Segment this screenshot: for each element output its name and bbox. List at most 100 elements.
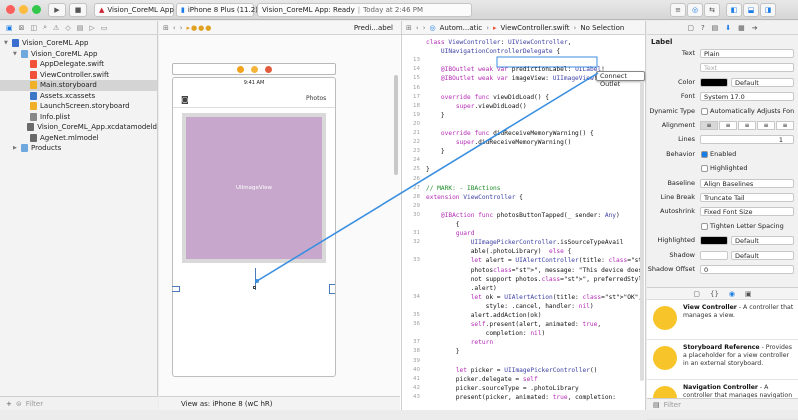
checkbox[interactable] [701, 222, 708, 230]
connections-inspector-icon[interactable]: ➔ [752, 24, 758, 32]
code-line[interactable]: completion: nil) [426, 330, 546, 337]
code-line[interactable]: super.viewDidLoad() [426, 103, 527, 110]
inspector-row-field[interactable]: Enabled [700, 150, 794, 159]
scene-dock[interactable] [172, 63, 336, 75]
inspector-row-field[interactable]: 0 [700, 265, 794, 274]
navigator-item[interactable]: Vision_CoreML_App.xcdatamodeld [0, 122, 157, 133]
version-editor-button[interactable]: ⇆ [704, 3, 720, 17]
navigator-item[interactable]: Main.storyboard [0, 80, 157, 91]
close-window-button[interactable] [6, 5, 15, 14]
code-line[interactable]: alert.addAction(ok) [426, 312, 542, 319]
code-line[interactable]: // MARK: - IBActions [426, 185, 501, 192]
navigator-item[interactable]: AgeNet.mlmodel [0, 133, 157, 144]
disclosure-closed-icon[interactable]: ▶ [13, 145, 18, 151]
editor-selection[interactable]: No Selection [580, 24, 624, 32]
code-line[interactable]: class ViewController: UIViewController, [426, 39, 571, 46]
code-line[interactable]: UINavigationControllerDelegate { [426, 48, 560, 55]
navigator-item[interactable]: ▶ Products [0, 143, 157, 154]
checkbox[interactable] [701, 165, 708, 173]
disclosure-open-icon[interactable]: ▼ [4, 40, 9, 46]
inspector-row-field[interactable]: Fixed Font Size [700, 207, 794, 217]
alignment-segment[interactable]: ≡ [776, 121, 794, 130]
code-line[interactable]: self.present(alert, animated: true, [426, 321, 601, 328]
object-library-icon[interactable]: ◉ [729, 290, 735, 298]
code-line[interactable]: } [426, 112, 445, 119]
back-icon[interactable]: ‹ [173, 24, 176, 32]
toggle-navigator-button[interactable]: ◧ [726, 3, 742, 17]
braces-icon[interactable]: {} [710, 290, 719, 298]
device-selector[interactable]: ▮ iPhone 8 Plus (11.2) [176, 3, 258, 17]
code-line[interactable]: super.didReceiveMemoryWarning() [426, 139, 572, 146]
exit-icon[interactable] [265, 66, 272, 73]
navigator-filter[interactable]: + ⊜ Filter [0, 396, 158, 410]
identity-inspector-icon[interactable]: ▤ [712, 24, 719, 32]
inspector-row-field[interactable]: Truncate Tail [700, 193, 794, 202]
code-line[interactable]: @IBOutlet weak var predictionLabel: UILa… [426, 66, 605, 73]
code-line[interactable]: let picker = UIImagePickerController() [426, 367, 598, 374]
library-filter[interactable]: ▤ Filter [647, 398, 798, 410]
code-line[interactable]: not support photos.class="st">", preferr… [426, 276, 644, 283]
inspector-row-field[interactable]: Highlighted [700, 164, 794, 173]
size-inspector-icon[interactable]: ▦ [738, 24, 745, 32]
navigator-item[interactable]: AppDelegate.swift [0, 59, 157, 70]
inspector-row-field[interactable]: Tighten Letter Spacing [700, 222, 794, 231]
media-icon[interactable]: ▣ [745, 290, 752, 298]
run-button[interactable]: ▶ [48, 3, 66, 17]
checkbox[interactable] [701, 150, 708, 158]
code-line[interactable]: .alert) [426, 285, 497, 292]
minimize-window-button[interactable] [19, 5, 28, 14]
storyboard-canvas[interactable]: 9:41 AM ◙ Photos UIImageView [159, 35, 400, 396]
warning-icon[interactable]: ⚠ [53, 24, 59, 32]
code-line[interactable]: } [426, 148, 445, 155]
navigator-item[interactable]: ▼ Vision_CoreML App [0, 49, 157, 60]
assistant-editor-button[interactable]: ◎ [687, 3, 703, 17]
search-icon[interactable]: ⌕ [43, 23, 47, 32]
file-template-icon[interactable]: ▢ [693, 290, 700, 298]
report-icon[interactable]: ▭ [101, 24, 108, 32]
alignment-segment[interactable]: ≡ [738, 121, 756, 130]
standard-editor-button[interactable]: ≡ [670, 3, 686, 17]
ib-breadcrumb-label[interactable]: Predi...abel [354, 24, 401, 32]
camera-icon[interactable]: ◙ [181, 95, 189, 104]
quick-help-icon[interactable]: ? [701, 24, 705, 32]
toggle-inspector-button[interactable]: ◨ [760, 3, 776, 17]
attributes-inspector-icon[interactable]: ⬇ [725, 24, 731, 32]
disclosure-open-icon[interactable]: ▼ [13, 51, 18, 57]
canvas-scrollbar[interactable] [394, 75, 398, 175]
breakpoint-icon[interactable]: ▷ [89, 24, 94, 32]
code-line[interactable]: guard [426, 230, 475, 237]
toggle-debug-button[interactable]: ⬓ [743, 3, 759, 17]
list-icon[interactable]: ▤ [653, 401, 660, 409]
inspector-row-field[interactable]: Default [731, 77, 794, 87]
code-line[interactable]: override func didReceiveMemoryWarning() … [426, 130, 594, 137]
automatic-mode[interactable]: Autom...atic [440, 24, 483, 32]
view-as-label[interactable]: View as: iPhone 8 (wC hR) [181, 400, 273, 408]
code-line[interactable]: @IBOutlet weak var imageView: UIImageVie… [426, 75, 598, 82]
code-line[interactable]: } [426, 348, 460, 355]
navigator-item[interactable]: Info.plist [0, 112, 157, 123]
library-item[interactable]: Storyboard Reference - Provides a placeh… [647, 340, 798, 380]
navigator-item[interactable]: ▼ Vision_CoreML App [0, 38, 157, 49]
color-swatch[interactable] [700, 236, 728, 246]
code-line[interactable]: return [426, 339, 493, 346]
navigator-item[interactable]: Assets.xcassets [0, 91, 157, 102]
inspector-row-field[interactable]: Align Baselines [700, 178, 794, 188]
ib-jump-bar[interactable]: ⊞ ‹ › ▸●●● Predi...abel [159, 21, 401, 35]
navigator-item[interactable]: LaunchScreen.storyboard [0, 101, 157, 112]
code-line[interactable]: picker.sourceType = .photoLibrary [426, 385, 579, 392]
zoom-window-button[interactable] [32, 5, 41, 14]
inspector-row-field[interactable]: Default [731, 236, 794, 246]
source-control-icon[interactable]: ⊠ [19, 24, 25, 32]
inspector-row-field[interactable]: Text [700, 63, 794, 73]
code-line[interactable]: override func viewDidLoad() { [426, 94, 549, 101]
alignment-segment[interactable]: ≡ [700, 121, 718, 130]
code-line[interactable]: } [426, 166, 430, 173]
view-controller-icon[interactable] [237, 66, 244, 73]
navigator-item[interactable]: ViewController.swift [0, 70, 157, 81]
code-line[interactable]: { [426, 221, 460, 228]
debug-icon[interactable]: ▤ [77, 24, 84, 32]
scheme-selector[interactable]: ▲ Vision_CoreML App [94, 3, 174, 17]
folder-icon[interactable]: ▣ [6, 24, 13, 32]
back-icon[interactable]: ‹ [416, 24, 419, 32]
inspector-row-field[interactable]: Plain [700, 49, 794, 58]
